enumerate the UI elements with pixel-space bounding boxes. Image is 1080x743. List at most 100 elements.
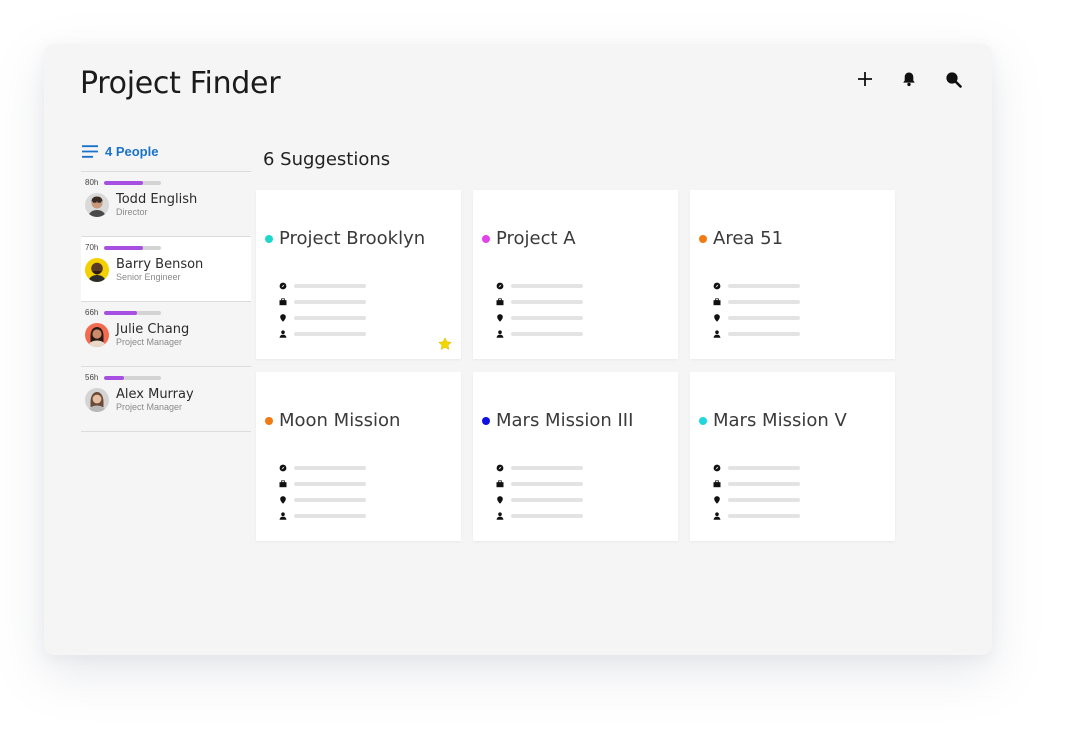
project-name-row: Project Brooklyn: [265, 228, 425, 249]
project-card[interactable]: Project A: [473, 190, 678, 359]
project-name-row: Moon Mission: [265, 410, 400, 431]
meta-row: [496, 476, 583, 492]
person-name: Alex Murray: [116, 387, 194, 402]
meta-row: [279, 326, 366, 342]
page-title: Project Finder: [80, 66, 281, 101]
meta-row: [279, 476, 366, 492]
location-pin-icon: [497, 496, 503, 504]
person-name: Barry Benson: [116, 257, 204, 272]
project-meta: [713, 460, 800, 524]
person-role: Director: [116, 207, 148, 217]
project-meta: [279, 278, 366, 342]
utilization-bar-fill: [104, 180, 143, 185]
compass-icon: [713, 282, 721, 290]
meta-row: [713, 492, 800, 508]
search-icon[interactable]: [942, 68, 964, 90]
project-color-dot: [482, 416, 490, 425]
meta-row: [713, 278, 800, 294]
utilization-bar-fill: [104, 310, 138, 315]
meta-row: [713, 460, 800, 476]
meta-row: [279, 278, 366, 294]
person-icon: [713, 330, 721, 338]
meta-row: [279, 460, 366, 476]
person-name: Julie Chang: [116, 322, 190, 337]
person-hours: 66h: [85, 308, 99, 317]
avatar: [85, 388, 109, 412]
person-role: Senior Engineer: [116, 272, 181, 282]
placeholder-line: [511, 284, 583, 288]
person-row-todd-english[interactable]: 80h Todd English Director: [81, 172, 251, 237]
project-card[interactable]: Project Brooklyn: [256, 190, 461, 359]
briefcase-icon: [713, 480, 721, 488]
project-name: Area 51: [713, 228, 784, 249]
avatar: [85, 323, 109, 347]
project-name-row: Project A: [482, 228, 576, 249]
placeholder-line: [511, 316, 583, 320]
person-icon: [279, 512, 287, 520]
project-name: Moon Mission: [279, 410, 401, 431]
placeholder-line: [294, 332, 366, 336]
person-hours: 56h: [85, 373, 99, 382]
person-row-alex-murray[interactable]: 56h Alex Murray Project Manager: [81, 367, 251, 432]
utilization-bar: [104, 310, 161, 315]
project-color-dot: [482, 234, 490, 243]
bell-icon[interactable]: [898, 68, 920, 90]
meta-row: [279, 492, 366, 508]
person-icon: [496, 330, 504, 338]
meta-row: [713, 476, 800, 492]
utilization-bar-fill: [104, 245, 143, 250]
location-pin-icon: [280, 314, 286, 322]
project-name: Mars Mission III: [496, 410, 634, 431]
star-icon[interactable]: [438, 337, 452, 351]
project-meta: [713, 278, 800, 342]
meta-row: [496, 310, 583, 326]
location-pin-icon: [280, 496, 286, 504]
project-meta: [496, 278, 583, 342]
person-icon: [279, 330, 287, 338]
meta-row: [279, 508, 366, 524]
compass-icon: [279, 464, 287, 472]
person-icon: [496, 512, 504, 520]
plus-icon[interactable]: [854, 68, 876, 90]
meta-row: [713, 508, 800, 524]
person-role: Project Manager: [116, 402, 183, 412]
placeholder-line: [511, 466, 583, 470]
meta-row: [496, 326, 583, 342]
person-role: Project Manager: [116, 337, 183, 347]
briefcase-icon: [279, 480, 287, 488]
project-name: Project A: [496, 228, 576, 249]
placeholder-line: [511, 514, 583, 518]
people-filter-toggle[interactable]: 4 People: [82, 144, 158, 159]
placeholder-line: [728, 466, 800, 470]
placeholder-line: [728, 284, 800, 288]
placeholder-line: [728, 482, 800, 486]
project-card[interactable]: Mars Mission V: [690, 372, 895, 541]
project-color-dot: [265, 416, 273, 425]
person-icon: [713, 512, 721, 520]
meta-row: [713, 294, 800, 310]
project-card[interactable]: Moon Mission: [256, 372, 461, 541]
placeholder-line: [728, 332, 800, 336]
person-row-barry-benson[interactable]: 70h Barry Benson Senior Engineer: [81, 237, 251, 302]
project-name-row: Mars Mission III: [482, 410, 633, 431]
project-color-dot: [699, 234, 707, 243]
meta-row: [279, 310, 366, 326]
person-row-julie-chang[interactable]: 66h Julie Chang Project Manager: [81, 302, 251, 367]
placeholder-line: [728, 514, 800, 518]
project-card[interactable]: Area 51: [690, 190, 895, 359]
utilization-bar-fill: [104, 375, 124, 380]
compass-icon: [713, 464, 721, 472]
utilization-bar: [104, 375, 161, 380]
project-meta: [496, 460, 583, 524]
placeholder-line: [294, 466, 366, 470]
project-card[interactable]: Mars Mission III: [473, 372, 678, 541]
utilization-bar: [104, 180, 161, 185]
compass-icon: [279, 282, 287, 290]
location-pin-icon: [714, 496, 720, 504]
placeholder-line: [294, 284, 366, 288]
project-name: Project Brooklyn: [279, 228, 426, 249]
person-name: Todd English: [116, 192, 198, 207]
placeholder-line: [294, 300, 366, 304]
meta-row: [496, 278, 583, 294]
person-hours: 70h: [85, 243, 99, 252]
